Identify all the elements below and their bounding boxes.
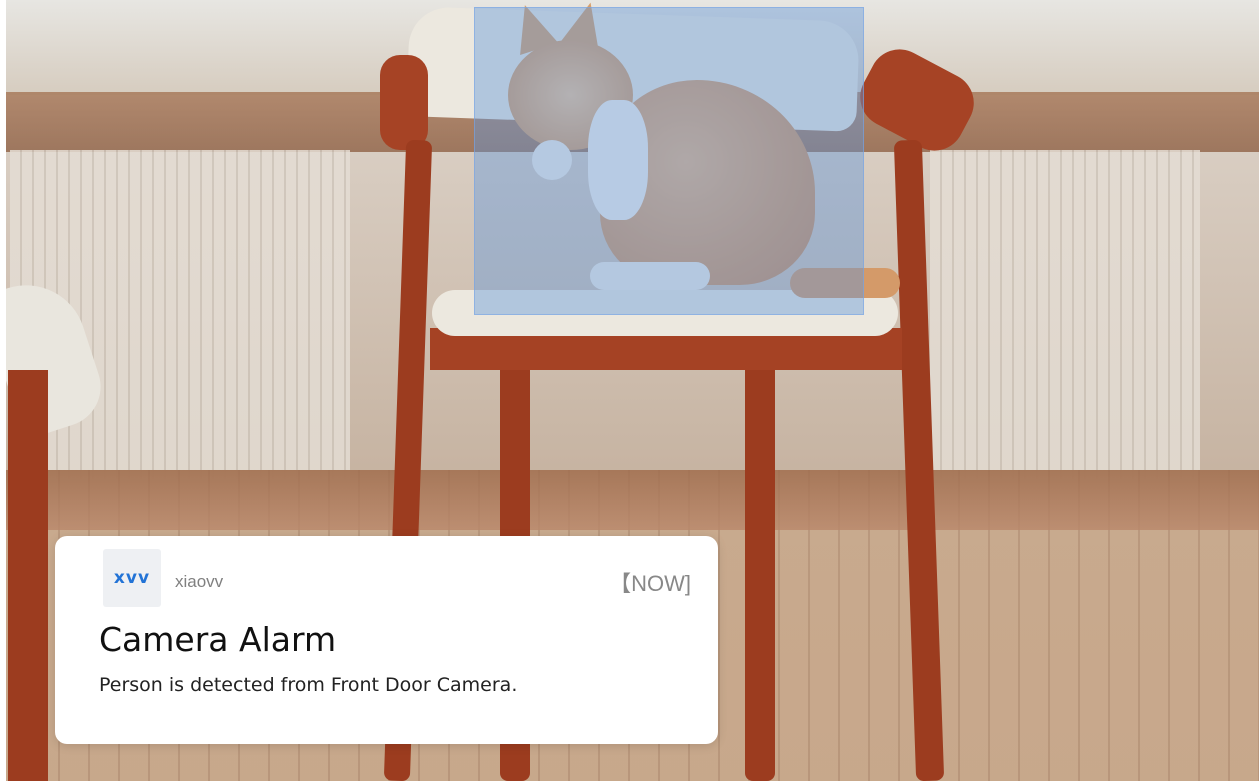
notification-body: Person is detected from Front Door Camer… xyxy=(99,674,518,696)
chair-leg xyxy=(745,360,775,781)
app-logo: xvv xyxy=(103,549,161,607)
background-radiator xyxy=(930,150,1200,480)
camera-feed: xvv xiaovv 【NOW] Camera Alarm Person is … xyxy=(0,0,1259,781)
notification-time: 【NOW] xyxy=(609,571,691,596)
detection-box xyxy=(474,7,864,315)
alarm-notification[interactable]: xvv xiaovv 【NOW] Camera Alarm Person is … xyxy=(55,536,718,744)
app-name: xiaovv xyxy=(175,572,224,591)
background-baseboard xyxy=(0,470,1259,530)
notification-title: Camera Alarm xyxy=(99,620,337,659)
app-logo-text: xvv xyxy=(113,568,151,588)
left-chair-leg xyxy=(8,370,48,781)
frame-edge xyxy=(0,0,6,781)
chair-armrest-left xyxy=(380,55,428,150)
